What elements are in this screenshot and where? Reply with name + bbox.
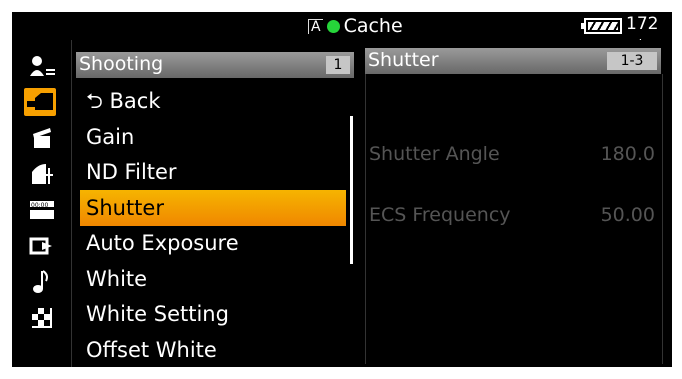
menu-item-white-setting[interactable]: White Setting — [80, 296, 346, 332]
menu-item-auto-exposure[interactable]: Auto Exposure — [80, 225, 346, 261]
menu-item-nd-filter[interactable]: ND Filter — [80, 154, 346, 190]
menu-item-back[interactable]: ⮌ Back — [80, 83, 346, 119]
setting-shutter-speed[interactable]: Shutter Speed 1/50 — [369, 109, 655, 139]
checker-icon[interactable] — [26, 304, 58, 332]
detail-title: Shutter — [368, 49, 439, 71]
media-label: Cache — [343, 15, 403, 37]
page-badge: 1 — [326, 56, 350, 74]
menu-item-gain[interactable]: Gain — [80, 119, 346, 155]
la-icon: A — [308, 18, 323, 34]
menu-category-header: Shooting 1 — [76, 52, 354, 78]
timecode-icon[interactable]: 00:00 — [26, 196, 58, 224]
clapper-icon[interactable] — [26, 124, 58, 152]
user-list-icon[interactable] — [26, 52, 58, 80]
detail-panel: Shutter 1-3 Mode Speed Shutter Speed 1/5… — [365, 48, 665, 243]
scrollbar[interactable] — [350, 116, 353, 264]
detail-range-badge: 1-3 — [607, 52, 657, 70]
output-icon[interactable] — [26, 232, 58, 260]
menu-item-shutter[interactable]: Shutter — [80, 190, 346, 226]
menu-item-offset-white[interactable]: Offset White — [80, 332, 346, 368]
battery-icon — [581, 18, 622, 34]
green-dot-icon — [326, 19, 340, 33]
svg-text:00:00: 00:00 — [31, 202, 48, 209]
setting-ecs-on-off[interactable]: ECS On/Off Off — [369, 170, 655, 200]
menu-list: Shooting 1 ⮌ Back Gain ND Filter Shutter… — [72, 48, 358, 367]
audio-note-icon[interactable] — [26, 268, 58, 296]
media-status: A Cache — [308, 13, 403, 39]
sidebar-tabs: 00:00 — [12, 40, 72, 367]
category-title: Shooting — [79, 53, 164, 75]
detail-header: Shutter 1-3 — [365, 48, 661, 74]
setting-mode[interactable]: Mode Speed — [369, 79, 655, 109]
menu-item-white[interactable]: White — [80, 261, 346, 297]
lens-icon[interactable] — [26, 160, 58, 188]
camera-menu-screen: A Cache 172 min 00:00 — [0, 0, 682, 379]
camera-icon[interactable] — [24, 88, 56, 116]
setting-ecs-frequency: ECS Frequency 50.00 — [369, 204, 655, 226]
back-arrow-icon: ⮌ — [86, 89, 103, 113]
setting-shutter-angle: Shutter Angle 180.0 — [369, 143, 655, 165]
menu-panel: 00:00 Shooting 1 ⮌ Back Gain ND Filter S… — [12, 40, 672, 367]
status-bar: A Cache 172 min — [12, 12, 672, 53]
